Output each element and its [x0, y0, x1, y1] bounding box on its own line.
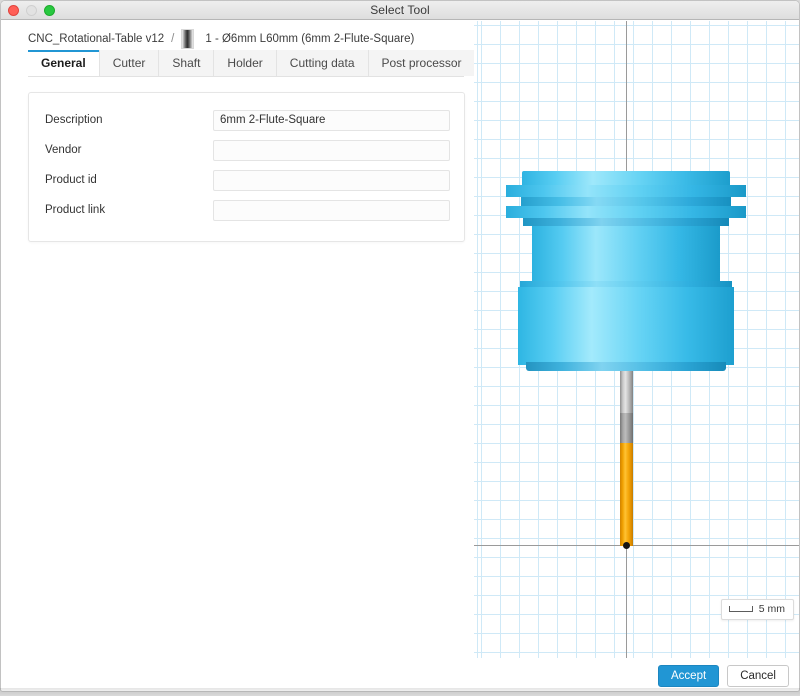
- footer-button-group: Accept Cancel: [658, 665, 789, 687]
- horizontal-axis-line: [474, 545, 800, 546]
- tab-bar: General Cutter Shaft Holder Cutting data…: [28, 51, 464, 77]
- tab-shaft[interactable]: Shaft: [159, 50, 214, 76]
- general-form-card: Description Vendor Product id Product li…: [28, 92, 465, 242]
- endmill-thumbnail-icon: [181, 29, 194, 49]
- description-input[interactable]: [213, 110, 450, 131]
- tab-cutting-data[interactable]: Cutting data: [277, 50, 369, 76]
- window-title: Select Tool: [1, 3, 799, 17]
- left-pane: CNC_Rotational-Table v12 / 1 - Ø6mm L60m…: [1, 21, 474, 658]
- holder-neck: [523, 218, 729, 226]
- vendor-input[interactable]: [213, 140, 450, 161]
- tab-cutter[interactable]: Cutter: [100, 50, 160, 76]
- holder-ring-upper: [506, 185, 746, 197]
- breadcrumb-document[interactable]: CNC_Rotational-Table v12: [28, 33, 164, 45]
- field-row-product-link: Product link: [43, 195, 450, 225]
- holder-top-flange: [522, 171, 730, 185]
- breadcrumb-tool[interactable]: 1 - Ø6mm L60mm (6mm 2-Flute-Square): [205, 33, 414, 45]
- tool-tip-origin-point: [623, 542, 630, 549]
- window-titlebar: Select Tool: [1, 1, 799, 20]
- field-row-vendor: Vendor: [43, 135, 450, 165]
- holder-body-upper: [532, 226, 720, 288]
- scale-indicator: 5 mm: [721, 599, 794, 620]
- tab-post-processor[interactable]: Post processor: [369, 50, 476, 76]
- scale-bar-icon: [729, 606, 753, 612]
- tool-cutter-flute: [620, 443, 633, 546]
- breadcrumb-separator: /: [171, 33, 174, 45]
- description-label: Description: [43, 114, 213, 126]
- tab-general[interactable]: General: [28, 50, 100, 76]
- product-link-input[interactable]: [213, 200, 450, 221]
- scale-value: 5 mm: [759, 603, 785, 615]
- field-row-product-id: Product id: [43, 165, 450, 195]
- product-id-input[interactable]: [213, 170, 450, 191]
- window-body: CNC_Rotational-Table v12 / 1 - Ø6mm L60m…: [1, 21, 800, 658]
- product-id-label: Product id: [43, 174, 213, 186]
- product-link-label: Product link: [43, 204, 213, 216]
- field-row-description: Description: [43, 105, 450, 135]
- holder-body-lower: [518, 287, 734, 365]
- vendor-label: Vendor: [43, 144, 213, 156]
- accept-button[interactable]: Accept: [658, 665, 719, 687]
- window-drop-shadow: [0, 688, 800, 696]
- cancel-button[interactable]: Cancel: [727, 665, 789, 687]
- holder-groove: [521, 197, 731, 206]
- tool-preview-viewport[interactable]: 5 mm: [474, 21, 800, 658]
- tool-shaft-shadowed: [620, 413, 633, 443]
- select-tool-window: Select Tool CNC_Rotational-Table v12 / 1…: [0, 0, 800, 692]
- tab-holder[interactable]: Holder: [214, 50, 276, 76]
- breadcrumb: CNC_Rotational-Table v12 / 1 - Ø6mm L60m…: [28, 27, 474, 51]
- dialog-footer: Accept Cancel: [1, 658, 800, 692]
- holder-chamfer: [526, 362, 726, 371]
- holder-ring-lower: [506, 206, 746, 218]
